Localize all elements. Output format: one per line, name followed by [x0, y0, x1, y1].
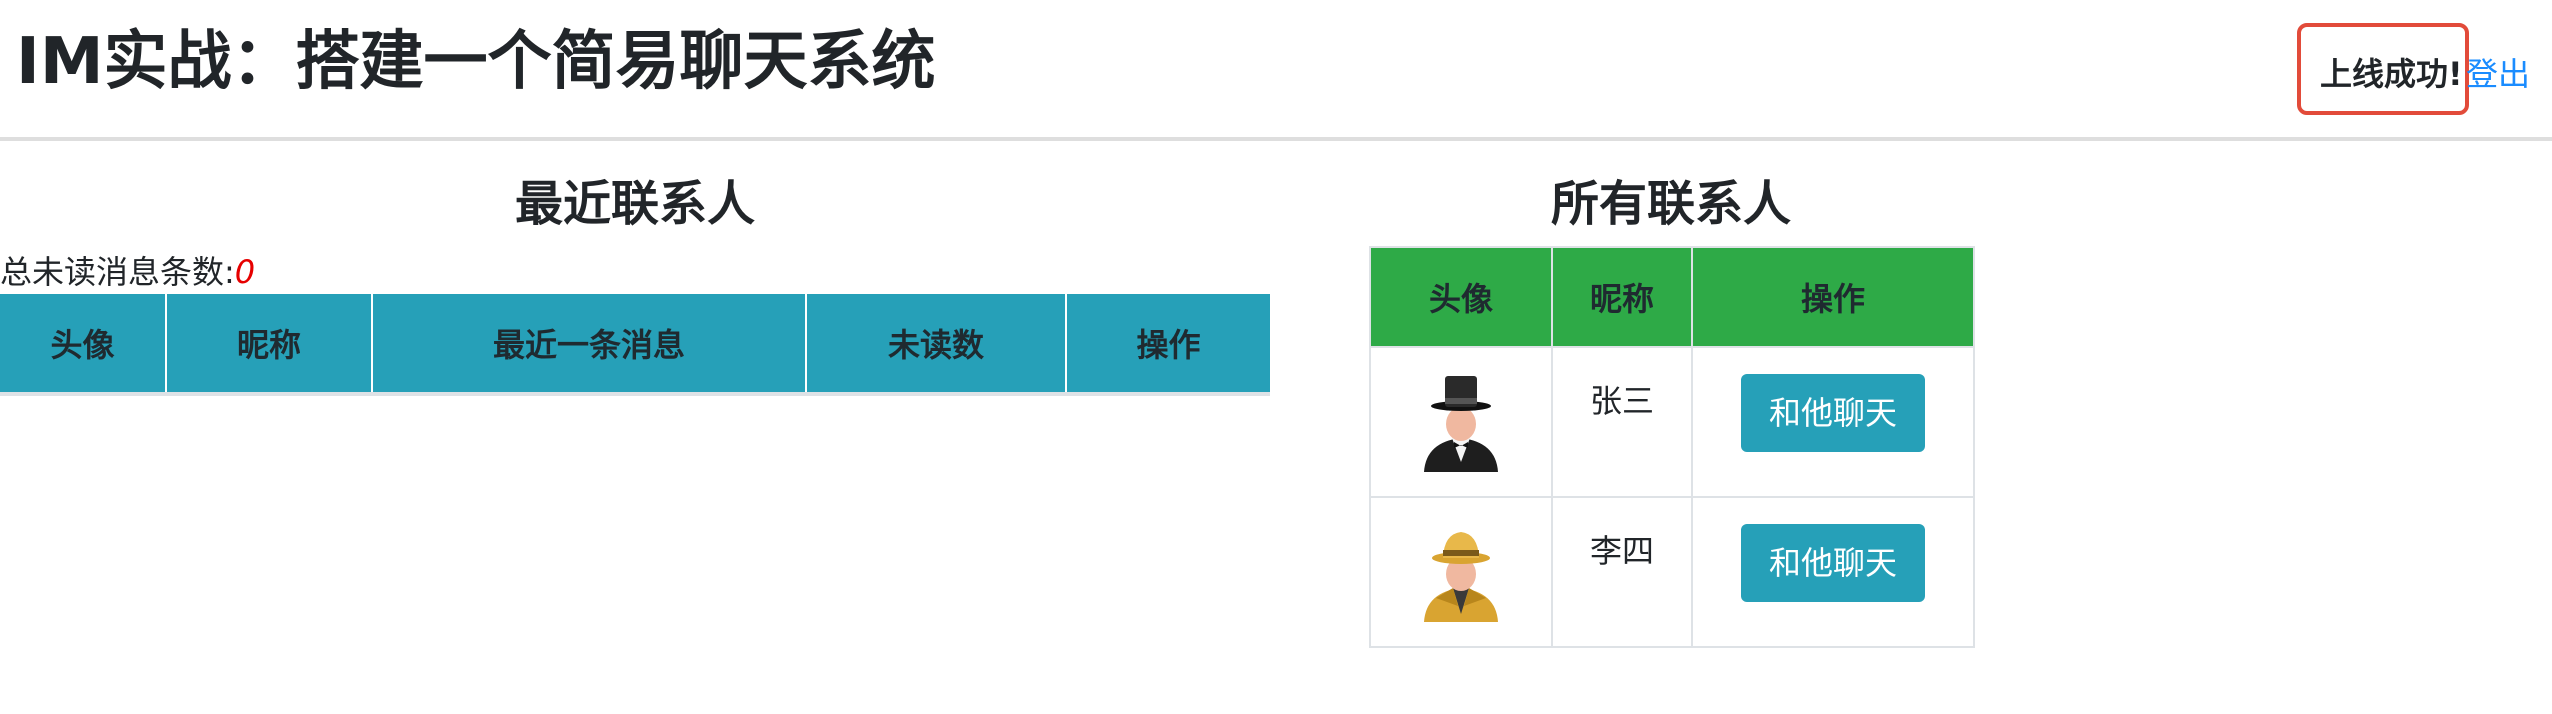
table-row: 李四 和他聊天	[1369, 496, 1975, 648]
chat-with-lisi-button[interactable]: 和他聊天	[1741, 524, 1925, 602]
table-row: 张三 和他聊天	[1369, 346, 1975, 498]
status-message: 上线成功!	[2320, 55, 2463, 93]
column-header-last-message: 最近一条消息	[372, 294, 807, 396]
nickname-cell: 张三	[1551, 346, 1693, 498]
column-header-avatar: 头像	[0, 294, 167, 396]
column-header-nickname: 昵称	[166, 294, 373, 396]
column-header-unread: 未读数	[806, 294, 1067, 396]
recent-table-header-row: 头像 昵称 最近一条消息 未读数 操作	[0, 294, 1270, 396]
chat-with-zhangsan-button[interactable]: 和他聊天	[1741, 374, 1925, 452]
logout-link[interactable]: 登出	[2466, 52, 2530, 96]
man-fedora-icon	[1424, 532, 1498, 622]
avatar-cell	[1369, 346, 1553, 498]
all-contacts-table: 头像 昵称 操作 张三 和他聊天 李四 和他聊天	[1369, 246, 1975, 648]
page-title: IM实战：搭建一个简易聊天系统	[16, 25, 936, 99]
header-divider	[0, 137, 2552, 141]
unread-count: 0	[234, 253, 256, 291]
action-cell: 和他聊天	[1691, 496, 1975, 648]
column-header-avatar: 头像	[1369, 246, 1553, 348]
recent-contacts-heading: 最近联系人	[514, 176, 755, 232]
unread-label: 总未读消息条数:	[0, 253, 235, 291]
man-top-hat-icon	[1424, 376, 1498, 472]
unread-summary: 总未读消息条数:0	[0, 250, 255, 294]
column-header-nickname: 昵称	[1551, 246, 1693, 348]
column-header-action: 操作	[1066, 294, 1270, 396]
page: IM实战：搭建一个简易聊天系统 上线成功! 登出 最近联系人 总未读消息条数:0…	[0, 0, 2552, 714]
avatar-cell	[1369, 496, 1553, 648]
all-table-header-row: 头像 昵称 操作	[1369, 246, 1975, 348]
column-header-action: 操作	[1691, 246, 1975, 348]
nickname-cell: 李四	[1551, 496, 1693, 648]
recent-contacts-table: 头像 昵称 最近一条消息 未读数 操作	[0, 294, 1270, 396]
action-cell: 和他聊天	[1691, 346, 1975, 498]
all-contacts-heading: 所有联系人	[1550, 176, 1791, 232]
